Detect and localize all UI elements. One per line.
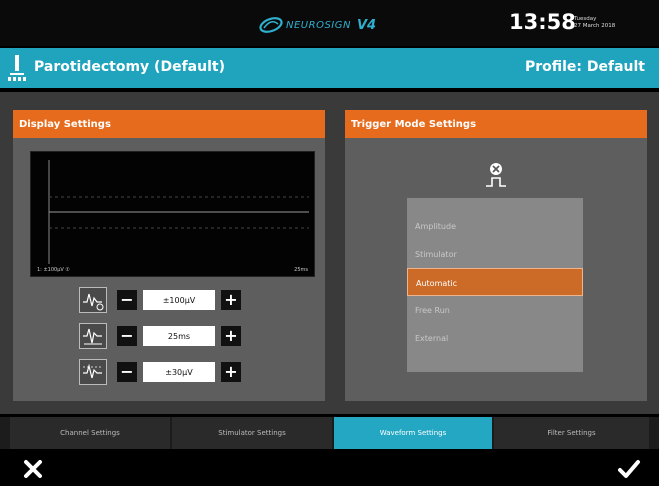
trigger-mode-panel: Trigger Mode Settings Amplitude Stimulat… <box>345 110 647 401</box>
brand-logo: NEUROSIGN V4 <box>258 14 376 36</box>
procedure-icon <box>8 55 26 81</box>
trigger-mode-title: Trigger Mode Settings <box>345 110 647 138</box>
amplitude-increase-button[interactable]: + <box>221 290 241 310</box>
trigger-mode-icon <box>486 163 506 187</box>
trigger-level-value: ±30μV <box>143 362 215 382</box>
waveform-trace <box>48 160 309 264</box>
trigger-level-decrease-button[interactable]: − <box>117 362 137 382</box>
timebase-control: − 25ms + <box>79 323 241 349</box>
date-full: 27 March 2018 <box>574 23 616 29</box>
amplitude-control: − ±100μV + <box>79 287 241 313</box>
neurosign-logo-icon <box>259 17 283 33</box>
settings-tab-bar: Channel Settings Stimulator Settings Wav… <box>0 417 659 449</box>
close-icon[interactable] <box>22 458 44 480</box>
timebase-decrease-button[interactable]: − <box>117 326 137 346</box>
timebase-increase-button[interactable]: + <box>221 326 241 346</box>
clock-time: 13:58 <box>509 10 576 34</box>
trigger-option-free-run[interactable]: Free Run <box>407 296 583 324</box>
profile-label[interactable]: Profile: Default <box>525 59 645 75</box>
trigger-option-external[interactable]: External <box>407 324 583 352</box>
amplitude-scale-icon <box>79 287 107 313</box>
amplitude-value: ±100μV <box>143 290 215 310</box>
tab-channel-settings[interactable]: Channel Settings <box>10 417 170 449</box>
display-settings-panel: Display Settings 1: ±100μV ① 25ms − ±100… <box>13 110 325 401</box>
procedure-title[interactable]: Parotidectomy (Default) <box>34 59 225 75</box>
tab-waveform-settings[interactable]: Waveform Settings <box>334 417 492 449</box>
timebase-icon <box>79 323 107 349</box>
timebase-value: 25ms <box>143 326 215 346</box>
date-day: Tuesday <box>574 16 597 22</box>
trigger-option-automatic[interactable]: Automatic <box>407 268 583 296</box>
header-bar: Parotidectomy (Default) Profile: Default <box>0 48 659 88</box>
scope-time-label: 25ms <box>294 267 308 273</box>
trigger-level-control: − ±30μV + <box>79 359 241 385</box>
confirm-check-icon[interactable] <box>617 458 641 480</box>
bottom-bar <box>0 452 659 486</box>
tab-stimulator-settings[interactable]: Stimulator Settings <box>172 417 332 449</box>
scope-scale-label: 1: ±100μV ① <box>37 267 70 273</box>
trigger-level-icon <box>79 359 107 385</box>
trigger-mode-list: Amplitude Stimulator Automatic Free Run … <box>407 198 583 372</box>
amplitude-decrease-button[interactable]: − <box>117 290 137 310</box>
trigger-level-increase-button[interactable]: + <box>221 362 241 382</box>
top-bar: NEUROSIGN V4 13:58 Tuesday 27 March 2018 <box>0 0 659 46</box>
trigger-option-amplitude[interactable]: Amplitude <box>407 212 583 240</box>
clock-date: Tuesday 27 March 2018 <box>574 16 615 30</box>
brand-version: V4 <box>356 17 377 33</box>
trigger-option-stimulator[interactable]: Stimulator <box>407 240 583 268</box>
brand-name: NEUROSIGN <box>286 19 351 31</box>
waveform-preview: 1: ±100μV ① 25ms <box>30 151 315 277</box>
tab-filter-settings[interactable]: Filter Settings <box>494 417 649 449</box>
display-settings-title: Display Settings <box>13 110 325 138</box>
